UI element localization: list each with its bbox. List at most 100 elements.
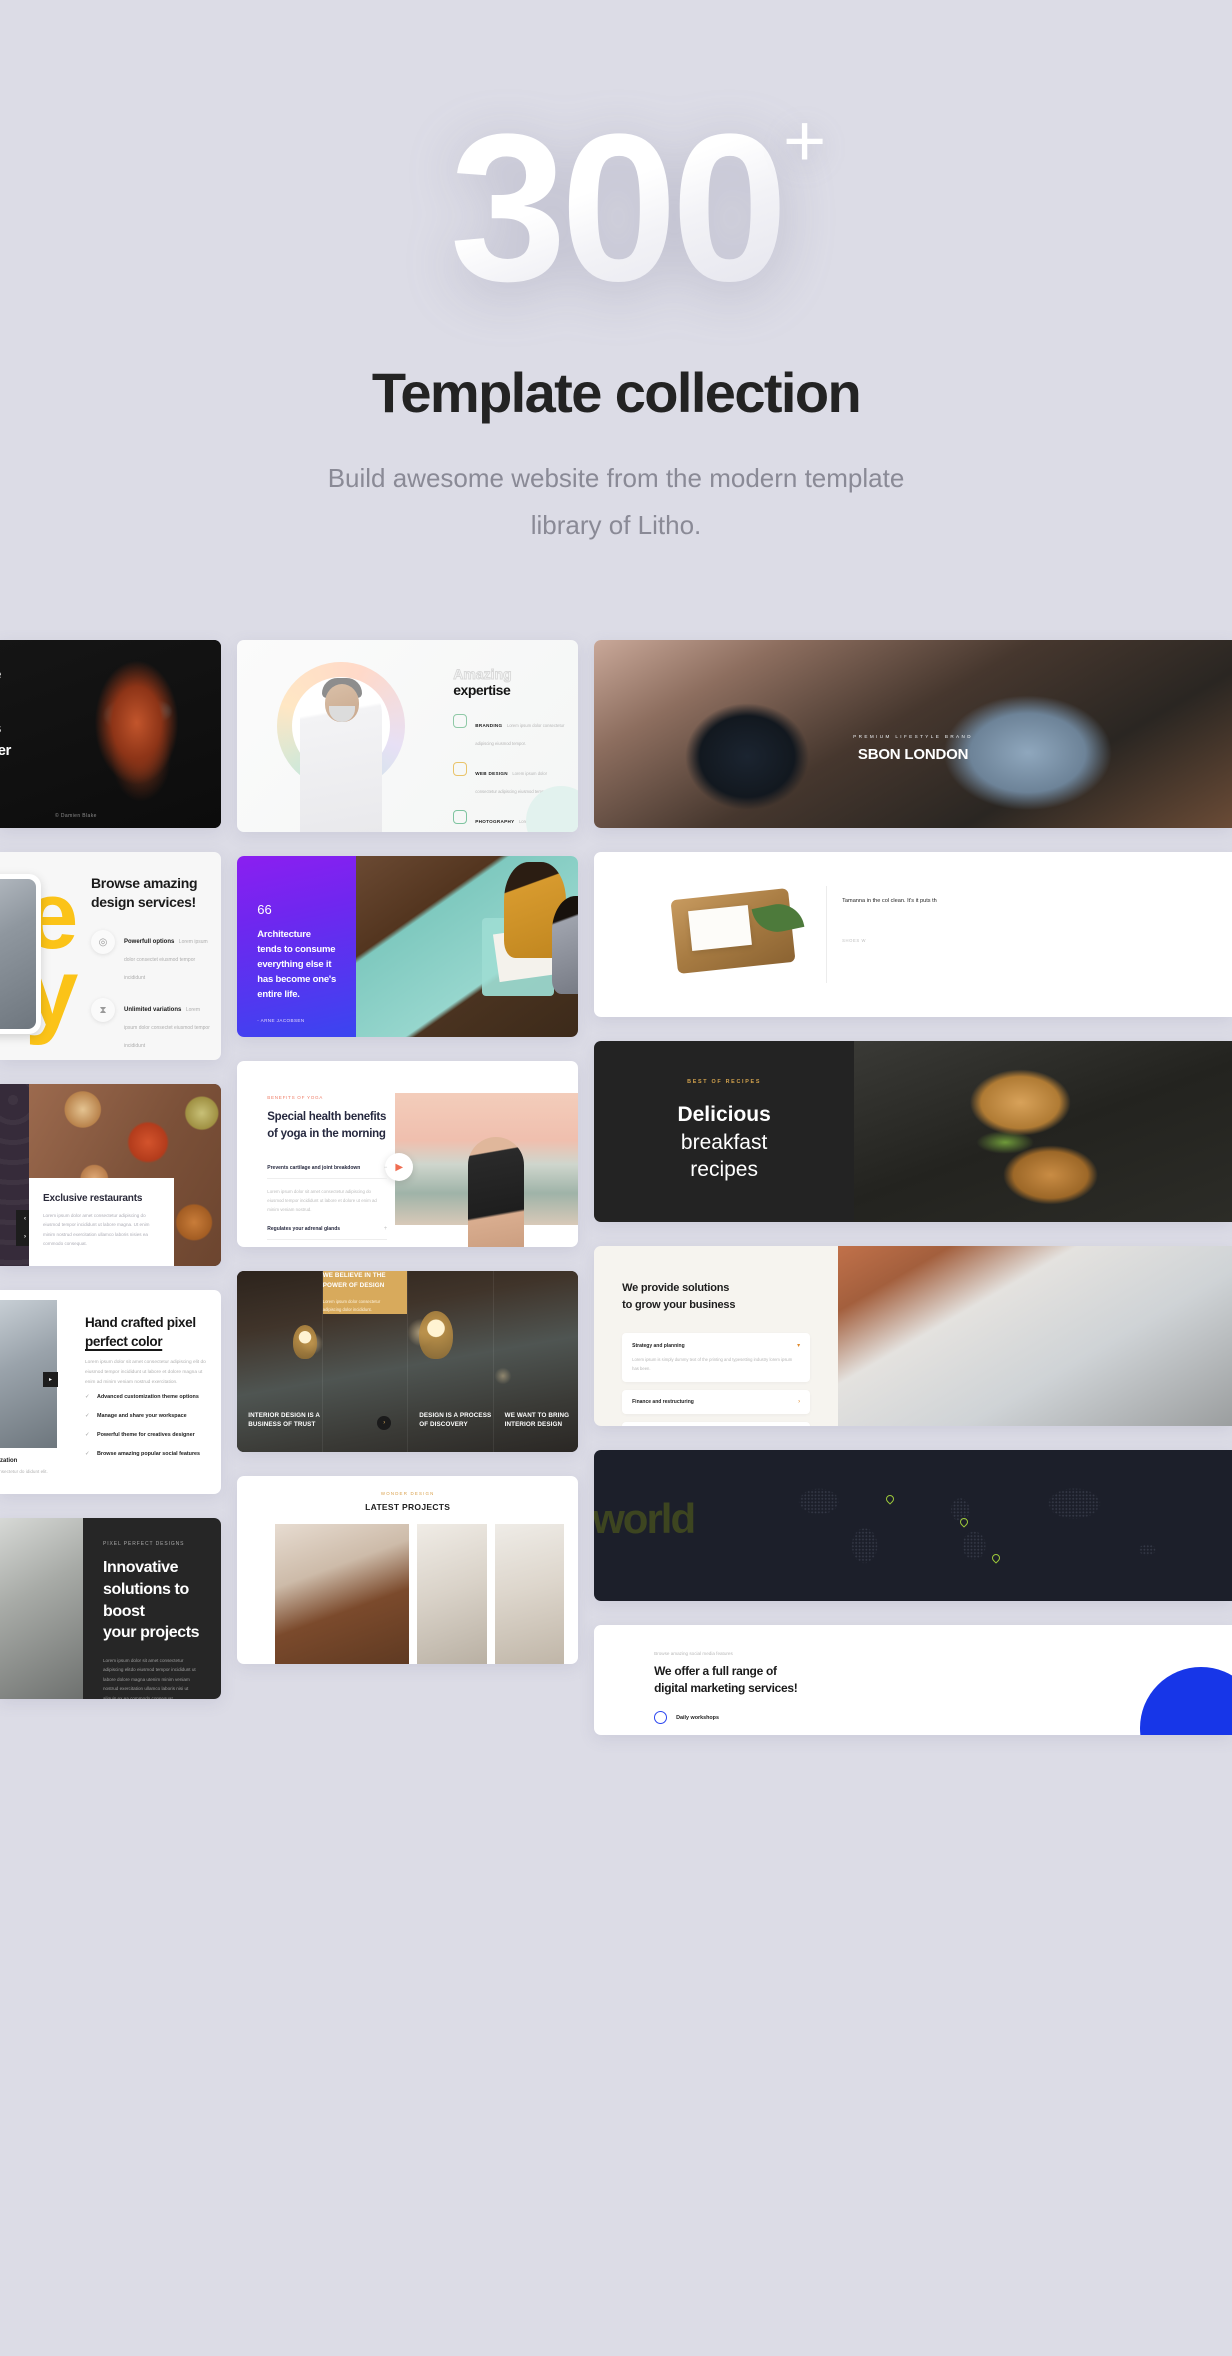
- expertise-item-title: PHOTOGRAPHY: [475, 819, 515, 824]
- solutions-accordion-title: Strategy and planning: [632, 1342, 685, 1349]
- portrait-caption: © Damien Blake: [55, 813, 97, 819]
- digital-blue-circle: [1140, 1667, 1232, 1735]
- browse-feature-item[interactable]: ◎ Powerfull options Lorem ipsum dolor co…: [91, 930, 213, 984]
- brand-tag: SHOES W: [842, 938, 867, 943]
- solutions-accordion-body: Lorem ipsum is simply dummy text of the …: [632, 1357, 793, 1371]
- template-card-interior-design[interactable]: INTERIOR DESIGN IS A BUSINESS OF TRUST W…: [237, 1271, 579, 1452]
- template-card-branding[interactable]: Tamanna in the col clean. It's it puts t…: [594, 852, 1232, 1017]
- expertise-item[interactable]: BRANDING Lorem ipsum dolor consectetur a…: [453, 714, 565, 750]
- latest-gallery-item[interactable]: [495, 1524, 565, 1664]
- template-card-digital-marketing[interactable]: Browse amazing social media features We …: [594, 1625, 1232, 1735]
- expertise-title-solid: expertise: [453, 682, 511, 699]
- digital-feature: Daily workshops: [654, 1711, 719, 1724]
- template-card-portrait[interactable]: e s ter © Damien Blake: [0, 640, 222, 828]
- browse-feature-title: Unlimited variations: [124, 1007, 182, 1013]
- yoga-title: Special health benefits of yoga in the m…: [267, 1111, 387, 1141]
- digital-title: We offer a full range of digital marketin…: [654, 1664, 798, 1696]
- solutions-content: We provide solutions to grow your busines…: [594, 1246, 838, 1426]
- yoga-accordion-title: Regulates your adrenal glands: [267, 1226, 341, 1233]
- pizza-desc: Lorem ipsum dolor amet consectetur adipi…: [43, 1213, 150, 1246]
- template-card-hand-crafted[interactable]: ▸ customization sit amet consectetur do …: [0, 1290, 222, 1494]
- hand-feature-item: Advanced customization theme options: [85, 1394, 213, 1400]
- arrow-right-icon[interactable]: ›: [377, 1416, 392, 1430]
- solutions-accordion[interactable]: Operations and efficiency ›: [622, 1422, 811, 1426]
- template-card-restaurants[interactable]: ‹ › Exclusive restaurants Lorem ipsum do…: [0, 1084, 222, 1266]
- brand-business-card: [688, 904, 753, 952]
- template-card-quote[interactable]: 66 Architecture tends to consume everyth…: [237, 856, 579, 1037]
- plus-icon: +: [383, 1226, 388, 1233]
- interior-column-desc: Lorem ipsum dolor consectetur adipiscing…: [322, 1299, 381, 1313]
- page-root: 300 + Template collection Build awesome …: [0, 0, 1232, 2356]
- hero-subtitle: Build awesome website from the modern te…: [327, 462, 905, 540]
- template-card-world-map[interactable]: world: [594, 1450, 1232, 1601]
- template-grid: e s ter © Damien Blake ey Browse amazing…: [0, 640, 1232, 1735]
- hand-feature-item: Powerful theme for creatives designer: [85, 1432, 213, 1438]
- browse-feature-desc: Lorem ipsum dolor consectet eiusmod temp…: [124, 939, 208, 981]
- template-card-expertise[interactable]: Amazing expertise BRANDING Lorem ipsum d…: [237, 640, 579, 832]
- expertise-item-title: BRANDING: [475, 723, 503, 728]
- browse-feature-title: Powerfull options: [124, 939, 175, 945]
- solutions-accordion-title: Finance and restructuring: [632, 1399, 694, 1406]
- camera-icon: [453, 810, 468, 824]
- innovative-desc: Lorem ipsum dolor sit amet consectetur a…: [103, 1658, 196, 1699]
- recipes-title: Delicious breakfast recipes: [677, 1102, 771, 1182]
- interior-column-title: INTERIOR DESIGN IS A BUSINESS OF TRUST: [248, 1411, 320, 1429]
- grid-column-middle: Amazing expertise BRANDING Lorem ipsum d…: [237, 640, 579, 1735]
- yoga-person: [468, 1137, 525, 1247]
- hand-sub-title: customization: [0, 1458, 18, 1464]
- interior-column[interactable]: DESIGN IS A PROCESS OF DISCOVERY: [408, 1271, 494, 1452]
- brand-text: Tamanna in the col clean. It's it puts t…: [842, 898, 937, 904]
- template-card-solutions[interactable]: We provide solutions to grow your busines…: [594, 1246, 1232, 1426]
- hand-title: Hand crafted pixel perfect color: [85, 1315, 196, 1349]
- template-card-sbon-london[interactable]: PREMIUM LIFESTYLE BRAND SBON LONDON: [594, 640, 1232, 828]
- recipes-content: BEST OF RECIPES Delicious breakfast recipe…: [594, 1041, 854, 1222]
- target-icon: [453, 714, 468, 728]
- template-card-yoga[interactable]: ▶ BENEFITS OF YOGA Special health benefi…: [237, 1061, 579, 1247]
- innovative-body: PIXEL PERFECT DESIGNS Innovative solution…: [83, 1518, 221, 1699]
- interior-column[interactable]: WE WANT TO BRING INTERIOR DESIGN: [494, 1271, 578, 1452]
- innovative-photo: [0, 1518, 83, 1699]
- digital-feature-label: Daily workshops: [676, 1714, 719, 1721]
- interior-column[interactable]: INTERIOR DESIGN IS A BUSINESS OF TRUST: [237, 1271, 323, 1452]
- hand-sub-desc: sit amet consectetur do ididunt elit.: [0, 1469, 48, 1474]
- expertise-item-title: WEB DESIGN: [475, 771, 508, 776]
- template-card-innovative[interactable]: PIXEL PERFECT DESIGNS Innovative solution…: [0, 1518, 222, 1699]
- portrait-text-2: s: [0, 720, 1, 737]
- latest-gallery-item[interactable]: [275, 1524, 410, 1664]
- innovative-title: Innovative solutions to boost your project…: [103, 1559, 200, 1642]
- solutions-accordion-open[interactable]: Strategy and planning ▾ Lorem ipsum is s…: [622, 1333, 811, 1383]
- hand-feature-item: Browse amazing popular social features: [85, 1451, 213, 1457]
- interior-column-highlighted[interactable]: WE BELIEVE IN THE POWER OF DESIGN Lorem …: [322, 1271, 409, 1452]
- expertise-title: Amazing expertise: [453, 666, 512, 699]
- yoga-accordion-header[interactable]: Prevents cartilage and joint breakdown −: [267, 1165, 388, 1180]
- browse-feature-item[interactable]: ⧗ Unlimited variations Lorem ipsum dolor…: [91, 998, 213, 1052]
- brand-divider: [826, 886, 828, 983]
- recipes-photo: [854, 1041, 1232, 1222]
- yoga-accordion-title: Prevents cartilage and joint breakdown: [267, 1165, 361, 1172]
- hero-number-wrap: 300 +: [444, 103, 826, 312]
- yoga-accordion-header[interactable]: Regulates your adrenal glands +: [267, 1226, 388, 1241]
- hero-big-number: 300: [444, 103, 788, 312]
- browse-feature-desc: Lorem ipsum dolor consectet eiusmod temp…: [124, 1007, 210, 1049]
- hand-feature-list: Advanced customization theme options Man…: [85, 1394, 213, 1470]
- browse-feature-list: ◎ Powerfull options Lorem ipsum dolor co…: [91, 930, 213, 1060]
- chevron-down-icon: ▾: [797, 1343, 801, 1350]
- hero-section: 300 + Template collection Build awesome …: [0, 0, 1232, 549]
- cursor-target-icon: ◎: [91, 930, 115, 954]
- template-card-recipes[interactable]: BEST OF RECIPES Delicious breakfast recipe…: [594, 1041, 1232, 1222]
- latest-gallery-item[interactable]: [417, 1524, 488, 1664]
- quote-photo: [356, 856, 579, 1037]
- template-card-latest-projects[interactable]: WONDER DESIGN LATEST PROJECTS: [237, 1476, 579, 1664]
- hand-sub-block: customization sit amet consectetur do id…: [0, 1458, 59, 1477]
- portrait-text-3: ter: [0, 742, 11, 759]
- template-card-browse-services[interactable]: ey Browse amazing design services! ◎ Powe…: [0, 852, 222, 1060]
- latest-kicker: WONDER DESIGN: [380, 1491, 435, 1496]
- solutions-accordion[interactable]: Finance and restructuring ›: [622, 1390, 811, 1415]
- portrait-artwork: [0, 640, 222, 828]
- play-icon[interactable]: ▸: [43, 1372, 58, 1387]
- yoga-photo: [395, 1093, 579, 1247]
- quote-text: Architecture tends to consume everything…: [257, 929, 337, 1000]
- quote-person-2: [552, 896, 579, 994]
- browse-title: Browse amazing design services!: [91, 875, 198, 911]
- hand-desc: Lorem ipsum dolor sit amet consectetur a…: [85, 1360, 206, 1386]
